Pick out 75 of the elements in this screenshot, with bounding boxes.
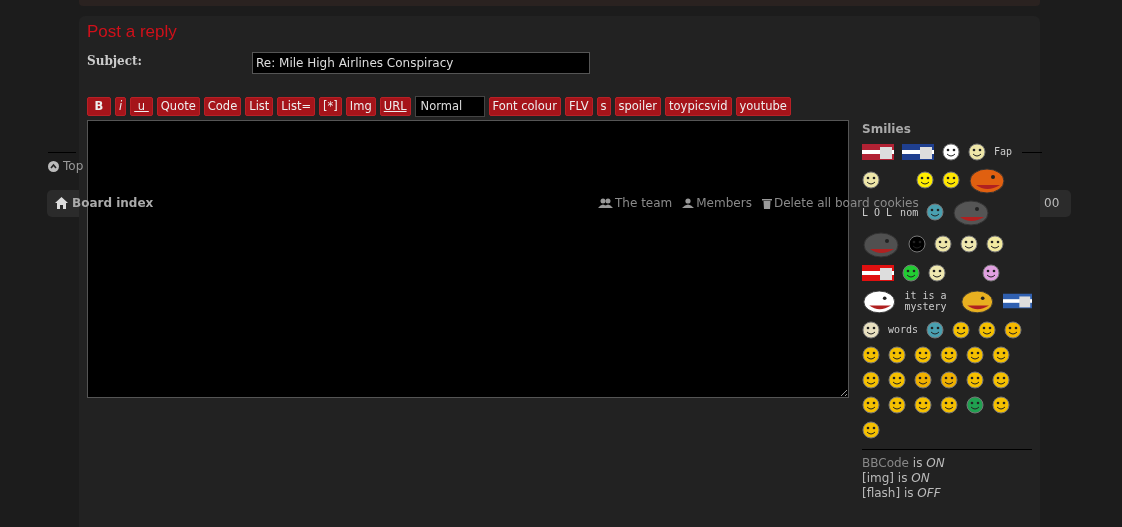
- flag-icon[interactable]: [862, 264, 894, 281]
- people-icon: [598, 198, 613, 208]
- format-button[interactable]: [*]: [319, 96, 342, 116]
- smiley-icon[interactable]: [862, 345, 880, 364]
- smiley-icon[interactable]: [966, 345, 984, 364]
- smiley-icon[interactable]: [928, 263, 946, 282]
- format-button[interactable]: s: [596, 96, 611, 116]
- smiley-icon[interactable]: [942, 142, 960, 161]
- smiley-icon[interactable]: [914, 395, 932, 414]
- format-button[interactable]: Quote: [156, 96, 200, 116]
- smiley-text[interactable]: Fap: [994, 146, 1013, 157]
- format-button[interactable]: FLV: [564, 96, 593, 116]
- subject-label: Subject:: [87, 54, 144, 70]
- smiley-icon[interactable]: [862, 420, 880, 439]
- smiley-icon[interactable]: [940, 345, 958, 364]
- format-button[interactable]: u: [130, 96, 153, 116]
- smiley-icon[interactable]: [902, 263, 920, 282]
- top-link[interactable]: Top: [63, 159, 84, 173]
- smiley-icon[interactable]: [940, 395, 958, 414]
- flag-icon[interactable]: [1002, 293, 1032, 309]
- board-index-link[interactable]: Board index: [72, 196, 154, 210]
- smiley-icon[interactable]: [960, 235, 978, 253]
- footer-link[interactable]: The team: [615, 196, 673, 210]
- option-status: [img] is ON: [862, 471, 930, 486]
- smiley-icon[interactable]: [888, 345, 906, 364]
- format-button[interactable]: Img: [345, 96, 376, 116]
- font-size-select[interactable]: Normal: [414, 95, 485, 117]
- smiley-icon[interactable]: [914, 370, 932, 389]
- format-button[interactable]: List=: [277, 96, 316, 116]
- trash-icon: [761, 197, 772, 209]
- smiley-icon[interactable]: [934, 235, 952, 253]
- format-button[interactable]: toypicsvid: [665, 96, 732, 116]
- smiley-icon[interactable]: [862, 320, 880, 339]
- smiley-icon[interactable]: [888, 395, 906, 414]
- smiley-icon[interactable]: [940, 370, 958, 389]
- format-button[interactable]: i: [115, 96, 127, 116]
- smiley-icon[interactable]: [942, 171, 960, 189]
- up-circle-icon: [48, 160, 59, 172]
- smiley-icon[interactable]: [992, 395, 1010, 414]
- smiley-icon[interactable]: [968, 142, 986, 161]
- flag-icon[interactable]: [902, 143, 934, 160]
- option-status: [flash] is OFF: [862, 486, 941, 501]
- smiley-icon[interactable]: [916, 171, 934, 189]
- navbar-text: 00: [1044, 196, 1060, 210]
- smiley-icon[interactable]: [982, 263, 1000, 282]
- format-button[interactable]: URL: [379, 96, 411, 116]
- smiley-icon[interactable]: [986, 235, 1004, 253]
- person-icon: [682, 198, 695, 208]
- smiley-icon[interactable]: [992, 345, 1010, 364]
- format-button[interactable]: Font colour: [488, 96, 561, 116]
- footer-link[interactable]: Members: [696, 196, 752, 210]
- smiley-icon[interactable]: [992, 370, 1010, 389]
- panel-title: Post a reply: [87, 22, 178, 42]
- home-icon: [55, 197, 68, 209]
- smiley-icon[interactable]: [862, 370, 880, 389]
- format-button[interactable]: B: [87, 96, 111, 116]
- smiley-icon[interactable]: [966, 370, 984, 389]
- smilies-heading: Smilies: [862, 122, 912, 136]
- smiley-text[interactable]: words: [888, 324, 919, 335]
- format-button[interactable]: spoiler: [614, 96, 662, 116]
- smiley-icon[interactable]: [862, 171, 880, 189]
- flag-icon[interactable]: [862, 143, 894, 160]
- subject-field[interactable]: Re: Mile High Airlines Conspiracy: [252, 52, 590, 74]
- smiley-text[interactable]: it is a mystery: [904, 290, 953, 312]
- option-status: BBCode is ON: [862, 456, 945, 471]
- smiley-icon[interactable]: [978, 320, 997, 339]
- format-button[interactable]: youtube: [735, 96, 791, 116]
- option-link[interactable]: BBCode: [862, 456, 909, 470]
- format-button[interactable]: List: [245, 96, 274, 116]
- smiley-icon[interactable]: [1004, 320, 1023, 339]
- smiley-icon[interactable]: [862, 395, 880, 414]
- format-button[interactable]: Code: [203, 96, 242, 116]
- smiley-icon[interactable]: [888, 370, 906, 389]
- smiley-icon[interactable]: [952, 320, 971, 339]
- smiley-icon[interactable]: [914, 345, 932, 364]
